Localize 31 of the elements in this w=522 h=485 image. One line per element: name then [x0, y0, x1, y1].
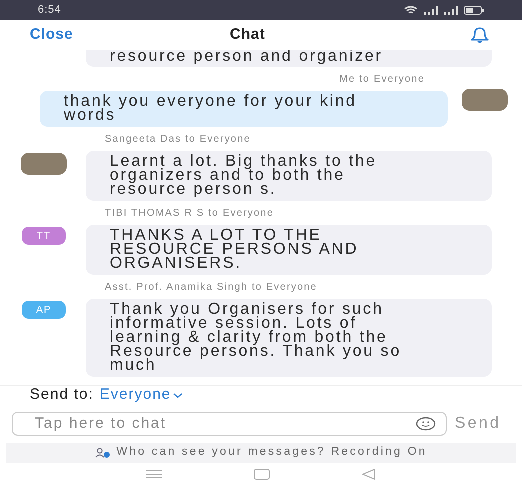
message-bubble: Thank you Organisers for such informative session. Lots of learning & clarity from both the Resource persons. Thank you so much	[86, 299, 492, 377]
recording-notice: Who can see your messages? Recording On	[116, 445, 428, 460]
menu-icon[interactable]	[146, 470, 162, 478]
send-to-label: Send to:	[30, 385, 94, 406]
avatar-photo	[21, 153, 67, 175]
message-bubble: thank you everyone for your kind words	[40, 91, 448, 127]
signal-icon	[424, 6, 438, 14]
sender-label: Me to Everyone	[340, 74, 425, 86]
chat-input-field[interactable]: Tap here to chat	[12, 412, 447, 436]
back-icon[interactable]	[362, 468, 376, 480]
sender-label: Asst. Prof. Anamika Singh to Everyone	[105, 282, 318, 294]
close-button[interactable]: Close	[30, 24, 74, 46]
emoji-icon[interactable]	[416, 417, 436, 431]
avatar-initials: AP	[22, 301, 66, 319]
chat-input[interactable]: Tap here to chat	[35, 412, 335, 436]
sender-label: Sangeeta Das to Everyone	[105, 134, 252, 146]
message-bubble: THANKS A LOT TO THE RESOURCE PERSONS AND ORGANISERS.	[86, 225, 492, 275]
chat-title: Chat	[230, 24, 266, 45]
signal-icon	[444, 6, 458, 14]
status-time: 6:54	[38, 2, 62, 18]
avatar-initials: TT	[22, 227, 66, 245]
message-bubble: Learnt a lot. Big thanks to the organizers and to both the resource person s.	[86, 151, 492, 201]
sender-label: TIBI THOMAS R S to Everyone	[105, 208, 276, 220]
battery-icon	[464, 6, 484, 14]
wifi-icon	[404, 6, 418, 14]
caret-icon	[173, 392, 184, 398]
avatar-photo	[462, 89, 508, 111]
send-button[interactable]: Send	[455, 412, 502, 436]
people-icon	[94, 448, 111, 458]
recipient-dropdown[interactable]: Everyone	[100, 384, 184, 407]
home-icon[interactable]	[254, 468, 270, 480]
